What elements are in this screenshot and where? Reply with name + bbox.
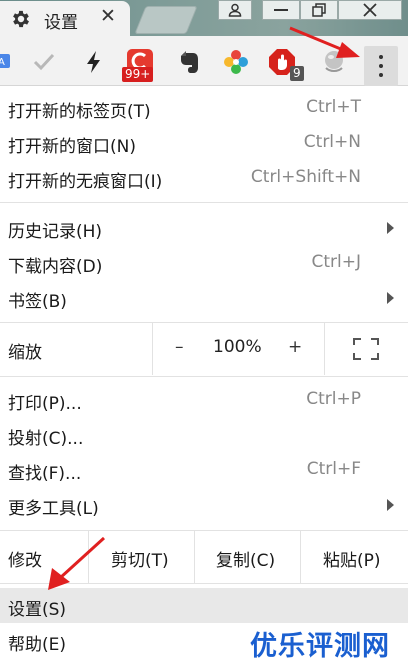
colorful-flower-icon[interactable] bbox=[222, 48, 250, 76]
menu-item-shortcut: Ctrl+N bbox=[303, 132, 361, 152]
menu-item-history[interactable]: 历史记录(H) bbox=[0, 210, 408, 245]
tab-close-icon[interactable]: ✕ bbox=[100, 5, 116, 27]
menu-item-shortcut: Ctrl+T bbox=[306, 97, 361, 117]
fullscreen-button[interactable] bbox=[324, 323, 408, 375]
menu-item-label: 打印(P)... bbox=[8, 394, 82, 414]
menu-item-new-tab[interactable]: 打开新的标签页(T) Ctrl+T bbox=[0, 90, 408, 125]
menu-item-new-window[interactable]: 打开新的窗口(N) Ctrl+N bbox=[0, 125, 408, 160]
menu-item-shortcut: Ctrl+J bbox=[311, 252, 361, 272]
menu-item-zoom: 缩放 – + 100% bbox=[0, 323, 408, 375]
menu-item-label: 查找(F)... bbox=[8, 464, 82, 484]
checkmark-icon[interactable] bbox=[30, 48, 58, 76]
menu-item-shortcut: Ctrl+F bbox=[306, 459, 361, 479]
user-icon[interactable] bbox=[218, 0, 252, 20]
chrome-main-menu: 打开新的标签页(T) Ctrl+T 打开新的窗口(N) Ctrl+N 打开新的无… bbox=[0, 86, 408, 670]
tab-settings[interactable]: 设置 ✕ bbox=[0, 1, 130, 36]
menu-item-print[interactable]: 打印(P)... Ctrl+P bbox=[0, 382, 408, 417]
menu-item-new-incognito[interactable]: 打开新的无痕窗口(I) Ctrl+Shift+N bbox=[0, 160, 408, 195]
tab-title: 设置 bbox=[44, 13, 78, 33]
adblock-icon[interactable]: 9 bbox=[268, 48, 304, 86]
zoom-out-button[interactable]: – bbox=[175, 337, 184, 357]
menu-item-more-tools[interactable]: 更多工具(L) bbox=[0, 487, 408, 522]
extension-badge: 99+ bbox=[122, 67, 154, 82]
menu-item-find[interactable]: 查找(F)... Ctrl+F bbox=[0, 452, 408, 487]
menu-divider bbox=[0, 202, 408, 203]
menu-item-bookmarks[interactable]: 书签(B) bbox=[0, 280, 408, 315]
menu-item-label: 更多工具(L) bbox=[8, 499, 99, 519]
ghost-icon[interactable] bbox=[320, 48, 348, 76]
zoom-in-button[interactable]: + bbox=[288, 337, 302, 357]
edit-label: 修改 bbox=[8, 551, 42, 571]
lightning-icon[interactable] bbox=[80, 48, 108, 76]
close-icon[interactable] bbox=[338, 0, 402, 20]
copy-label: 复制(C) bbox=[216, 551, 276, 571]
paste-button[interactable]: 粘贴(P) bbox=[300, 531, 408, 583]
svg-text:A: A bbox=[0, 57, 5, 68]
browser-toolbar: A 99+ 9 bbox=[0, 36, 408, 86]
menu-item-edit: 修改 剪切(T) 复制(C) 粘贴(P) bbox=[0, 531, 408, 583]
menu-item-shortcut: Ctrl+Shift+N bbox=[250, 167, 361, 187]
zoom-label: 缩放 bbox=[8, 343, 42, 363]
menu-item-label: 打开新的无痕窗口(I) bbox=[8, 172, 163, 192]
gear-icon bbox=[13, 10, 29, 28]
translate-icon[interactable]: A bbox=[0, 48, 22, 76]
watermark-text: 优乐评测网 bbox=[250, 631, 390, 662]
menu-item-label: 下载内容(D) bbox=[8, 257, 103, 277]
menu-item-settings[interactable]: 设置(S) bbox=[0, 588, 408, 623]
paste-label: 粘贴(P) bbox=[323, 551, 381, 571]
tab-strip: 设置 ✕ bbox=[0, 0, 408, 36]
adblock-badge: 9 bbox=[290, 66, 304, 81]
copy-button[interactable]: 复制(C) bbox=[194, 531, 300, 583]
restore-icon[interactable] bbox=[300, 0, 338, 20]
menu-divider bbox=[0, 376, 408, 377]
menu-item-label: 设置(S) bbox=[8, 600, 67, 620]
menu-divider bbox=[0, 583, 408, 584]
submenu-arrow-icon bbox=[387, 222, 394, 234]
menu-item-cast[interactable]: 投射(C)... bbox=[0, 417, 408, 452]
extension-red-c-icon[interactable]: 99+ bbox=[122, 48, 158, 86]
menu-item-label: 书签(B) bbox=[8, 292, 67, 312]
fullscreen-icon bbox=[353, 338, 379, 360]
submenu-arrow-icon bbox=[387, 292, 394, 304]
zoom-value: 100% bbox=[213, 337, 262, 357]
submenu-arrow-icon bbox=[387, 499, 394, 511]
cut-button[interactable]: 剪切(T) bbox=[88, 531, 194, 583]
evernote-icon[interactable] bbox=[176, 48, 204, 76]
menu-item-downloads[interactable]: 下载内容(D) Ctrl+J bbox=[0, 245, 408, 280]
menu-item-label: 帮助(E) bbox=[8, 635, 67, 655]
menu-item-label: 历史记录(H) bbox=[8, 222, 103, 242]
menu-item-label: 投射(C)... bbox=[8, 429, 84, 449]
more-vert-icon[interactable] bbox=[364, 46, 398, 86]
menu-item-label: 打开新的窗口(N) bbox=[8, 137, 136, 157]
menu-item-label: 打开新的标签页(T) bbox=[8, 102, 151, 122]
menu-item-shortcut: Ctrl+P bbox=[306, 389, 361, 409]
minimize-icon[interactable] bbox=[262, 0, 300, 20]
cut-label: 剪切(T) bbox=[111, 551, 169, 571]
new-tab-button[interactable] bbox=[134, 6, 198, 34]
